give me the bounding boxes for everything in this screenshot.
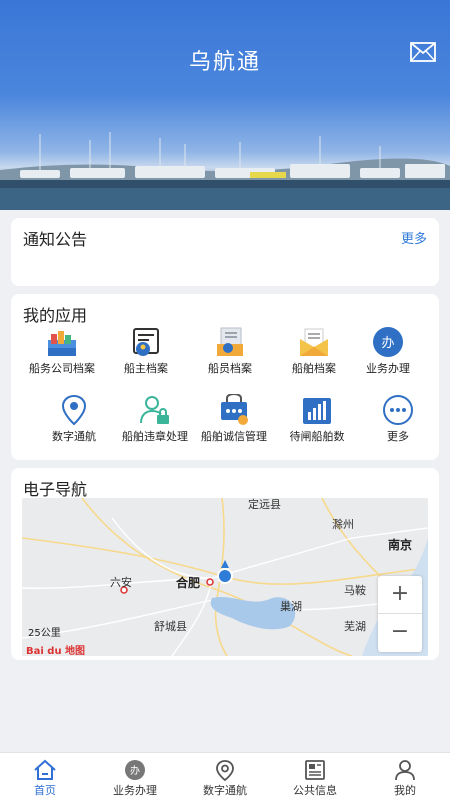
tab-label: 首页 [34, 784, 56, 797]
apps-title: 我的应用 [23, 306, 88, 325]
baidu-map-logo: Bai du 地图 [26, 646, 86, 656]
app-company-file[interactable]: 船务公司档案 [19, 326, 105, 375]
more-icon [383, 395, 413, 425]
map-view[interactable]: 定远县 滁州 南京 六安 合肥 马鞍 巢湖 舒城县 芜湖 25公里 Bai du… [22, 498, 428, 656]
violation-icon [140, 396, 169, 424]
app-label: 船主档案 [124, 362, 168, 375]
my-apps-card: 我的应用 船务公司档案 船主档案 船员档案 船舶档案 办 业务办理 数字通航 船… [11, 294, 439, 460]
map-label: 巢湖 [280, 600, 302, 613]
navigation-title: 电子导航 [23, 480, 88, 499]
notice-title: 通知公告 [23, 230, 88, 249]
map-label: 滁州 [332, 518, 354, 531]
map-scale: 25公里 [28, 628, 61, 639]
bottom-tab-bar: 首页 办 业务办理 数字通航 公共信息 我的 [0, 752, 450, 800]
app-label: 船舶诚信管理 [201, 430, 267, 443]
tab-home[interactable]: 首页 [0, 753, 90, 800]
owner-file-icon [133, 328, 159, 356]
app-label: 船务公司档案 [29, 362, 95, 375]
app-owner-file[interactable]: 船主档案 [103, 326, 189, 375]
app-waiting-ships[interactable]: 待闸船舶数 [274, 394, 360, 443]
location-icon [61, 394, 87, 426]
tab-label: 业务办理 [113, 784, 157, 797]
credit-icon [221, 394, 248, 425]
tab-label: 我的 [394, 784, 416, 797]
map-label: 南京 [388, 538, 413, 552]
tab-digital-nav[interactable]: 数字通航 [180, 753, 270, 800]
zoom-out-button[interactable]: − [378, 614, 422, 652]
business-icon: 办 [125, 760, 145, 780]
crew-file-icon [217, 327, 243, 356]
notice-more-link[interactable]: 更多 [401, 228, 427, 247]
tab-label: 数字通航 [203, 784, 247, 797]
app-digital-nav[interactable]: 数字通航 [31, 394, 117, 443]
harbor-scene [0, 132, 450, 210]
app-label: 业务办理 [366, 362, 410, 375]
map-label: 舒城县 [154, 620, 187, 633]
app-title: 乌航通 [188, 50, 261, 75]
app-label: 船员档案 [208, 362, 252, 375]
company-file-icon [48, 331, 76, 356]
app-label: 数字通航 [52, 430, 96, 443]
ship-file-icon [300, 328, 328, 356]
chart-icon [303, 398, 331, 424]
svg-text:办: 办 [381, 336, 394, 351]
map-label: 芜湖 [344, 620, 366, 633]
app-business[interactable]: 办 业务办理 [345, 326, 431, 375]
app-credit[interactable]: 船舶诚信管理 [191, 394, 277, 443]
map-label: 定远县 [248, 498, 281, 511]
mail-icon[interactable] [410, 42, 436, 62]
home-icon [34, 759, 56, 780]
map-label: 马鞍 [344, 584, 366, 597]
app-crew-file[interactable]: 船员档案 [187, 326, 273, 375]
app-more[interactable]: 更多 [355, 394, 441, 443]
tab-label: 公共信息 [293, 784, 337, 797]
map-label: 合肥 [176, 576, 201, 590]
navigation-card: 电子导航 定远县 滁州 南京 六安 合肥 马鞍 巢湖 舒城县 芜湖 25公里 B… [11, 468, 439, 660]
header-banner: 乌航通 [0, 0, 450, 210]
location-icon [216, 760, 234, 781]
map-zoom-control: + − [378, 576, 422, 652]
tab-public-info[interactable]: 公共信息 [270, 753, 360, 800]
app-label: 待闸船舶数 [289, 430, 345, 443]
tab-business[interactable]: 办 业务办理 [90, 753, 180, 800]
business-icon: 办 [373, 327, 403, 357]
app-violation[interactable]: 船舶违章处理 [112, 394, 198, 443]
notice-card: 通知公告 更多 [11, 218, 439, 286]
app-label: 船舶违章处理 [122, 430, 188, 443]
map-label: 六安 [110, 576, 132, 589]
map-roads [22, 498, 428, 656]
zoom-in-button[interactable]: + [378, 576, 422, 614]
user-icon [395, 760, 415, 781]
svg-text:办: 办 [130, 764, 140, 777]
app-label: 更多 [387, 430, 409, 443]
tab-mine[interactable]: 我的 [360, 753, 450, 800]
news-icon [305, 760, 325, 780]
